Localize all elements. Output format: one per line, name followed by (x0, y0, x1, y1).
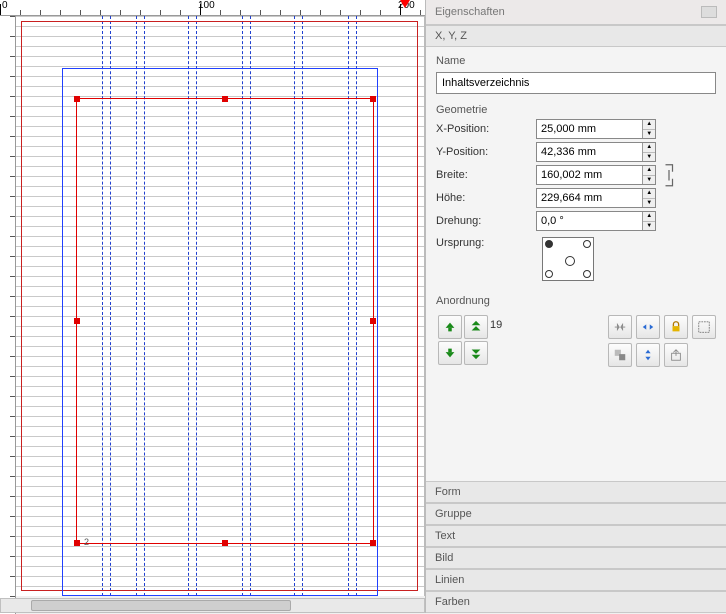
level-top-button[interactable] (464, 315, 488, 339)
level-down-button[interactable] (438, 341, 462, 365)
rot-up[interactable]: ▲ (643, 212, 655, 222)
resize-handle-bl[interactable] (74, 540, 80, 546)
xyz-section-header[interactable]: X, Y, Z (426, 25, 726, 47)
resize-handle-l[interactable] (74, 318, 80, 324)
group-button[interactable] (608, 343, 632, 367)
x-up[interactable]: ▲ (643, 120, 655, 130)
y-position-input[interactable] (537, 143, 642, 161)
properties-header[interactable]: Eigenschaften (426, 0, 726, 25)
width-field[interactable]: ▲▼ (536, 165, 656, 185)
gruppe-section[interactable]: Gruppe (426, 503, 726, 525)
flip-vertical-button[interactable] (636, 343, 660, 367)
ruler-cursor-marker (400, 0, 410, 8)
document-canvas[interactable]: 2 (16, 16, 425, 596)
geometry-label: Geometrie (436, 104, 716, 116)
height-label: Höhe: (436, 192, 536, 204)
w-up[interactable]: ▲ (643, 166, 655, 176)
width-label: Breite: (436, 169, 536, 181)
x-position-field[interactable]: ▲▼ (536, 119, 656, 139)
linien-section[interactable]: Linien (426, 569, 726, 591)
resize-handle-r[interactable] (370, 318, 376, 324)
y-position-label: Y-Position: (436, 146, 536, 158)
origin-bl[interactable] (545, 270, 553, 278)
x-position-label: X-Position: (436, 123, 536, 135)
resize-handle-br[interactable] (370, 540, 376, 546)
arrangement-label: Anordnung (436, 295, 716, 307)
horizontal-scroll-thumb[interactable] (31, 600, 291, 611)
bounding-box-button[interactable] (692, 315, 716, 339)
farben-section[interactable]: Farben (426, 591, 726, 613)
height-field[interactable]: ▲▼ (536, 188, 656, 208)
ruler-horizontal: 0 100 200 300 (0, 0, 425, 16)
level-up-button[interactable] (438, 315, 462, 339)
y-position-field[interactable]: ▲▼ (536, 142, 656, 162)
rotation-label: Drehung: (436, 215, 536, 227)
lock-button[interactable] (664, 315, 688, 339)
export-button[interactable] (664, 343, 688, 367)
page-number: 2 (84, 537, 89, 547)
width-input[interactable] (537, 166, 642, 184)
origin-br[interactable] (583, 270, 591, 278)
origin-center[interactable] (565, 256, 575, 266)
resize-handle-tl[interactable] (74, 96, 80, 102)
origin-tr[interactable] (583, 240, 591, 248)
x-down[interactable]: ▼ (643, 130, 655, 139)
form-section[interactable]: Form (426, 481, 726, 503)
rot-down[interactable]: ▼ (643, 222, 655, 231)
origin-tl[interactable] (545, 240, 553, 248)
selected-frame[interactable] (76, 98, 374, 544)
h-down[interactable]: ▼ (643, 199, 655, 208)
ruler-tick-100: 100 (198, 0, 215, 11)
rotation-input[interactable] (537, 212, 642, 230)
x-position-input[interactable] (537, 120, 642, 138)
origin-selector[interactable] (542, 237, 594, 281)
resize-handle-tr[interactable] (370, 96, 376, 102)
flip-horizontal-blue-button[interactable] (636, 315, 660, 339)
name-label: Name (436, 55, 716, 67)
ruler-vertical (0, 16, 16, 614)
properties-panel: Eigenschaften X, Y, Z Name Geometrie X-P… (425, 0, 726, 613)
height-input[interactable] (537, 189, 642, 207)
resize-handle-b[interactable] (222, 540, 228, 546)
bild-section[interactable]: Bild (426, 547, 726, 569)
rotation-field[interactable]: ▲▼ (536, 211, 656, 231)
horizontal-scrollbar[interactable] (0, 598, 425, 613)
w-down[interactable]: ▼ (643, 176, 655, 185)
flip-horizontal-button[interactable] (608, 315, 632, 339)
name-field[interactable] (436, 72, 716, 94)
collapse-panel-button[interactable] (701, 6, 717, 18)
ruler-tick-0: 0 (2, 0, 8, 11)
y-up[interactable]: ▲ (643, 143, 655, 153)
y-down[interactable]: ▼ (643, 153, 655, 162)
resize-handle-t[interactable] (222, 96, 228, 102)
link-wh-icon[interactable] (662, 166, 676, 184)
text-section[interactable]: Text (426, 525, 726, 547)
properties-title: Eigenschaften (435, 6, 505, 18)
h-up[interactable]: ▲ (643, 189, 655, 199)
level-value: 19 (490, 319, 502, 331)
level-bottom-button[interactable] (464, 341, 488, 365)
origin-label: Ursprung: (436, 237, 536, 249)
